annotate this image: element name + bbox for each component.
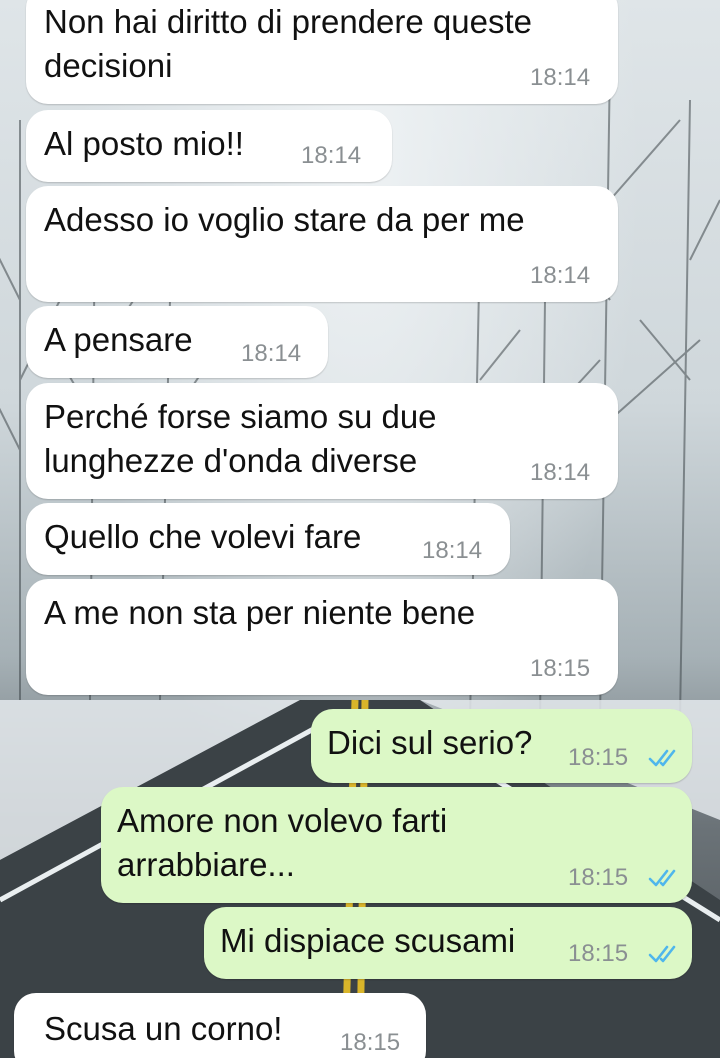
message-timestamp: 18:15: [568, 864, 629, 891]
incoming-message-bubble[interactable]: Adesso io voglio stare da per me 18:14: [26, 186, 618, 302]
message-timestamp: 18:15: [340, 1029, 401, 1056]
message-timestamp: 18:14: [530, 262, 591, 289]
outgoing-message-bubble[interactable]: Mi dispiace scusami 18:15: [204, 907, 692, 979]
message-timestamp: 18:14: [301, 142, 362, 169]
message-text: Al posto mio!!: [44, 125, 244, 162]
outgoing-message-bubble[interactable]: Amore non volevo farti arrabbiare... 18:…: [101, 787, 692, 903]
incoming-message-bubble[interactable]: Quello che volevi fare 18:14: [26, 503, 510, 575]
message-timestamp: 18:14: [241, 340, 302, 367]
chat-message-list[interactable]: Non hai diritto di prendere queste decis…: [0, 0, 720, 1058]
message-text: Perché forse siamo su due lunghezze d'on…: [44, 398, 437, 479]
double-check-icon: [648, 869, 676, 887]
message-timestamp: 18:14: [530, 459, 591, 486]
incoming-message-bubble[interactable]: Al posto mio!! 18:14: [26, 110, 392, 182]
message-text: Quello che volevi fare: [44, 518, 362, 555]
message-text: A me non sta per niente bene: [44, 594, 476, 631]
message-text: Adesso io voglio stare da per me: [44, 201, 525, 238]
message-timestamp: 18:14: [422, 537, 483, 564]
message-text: Mi dispiace scusami: [220, 922, 516, 959]
message-timestamp: 18:15: [530, 655, 591, 682]
outgoing-message-bubble[interactable]: Dici sul serio? 18:15: [311, 709, 692, 783]
message-text: Amore non volevo farti arrabbiare...: [117, 802, 448, 883]
incoming-message-bubble[interactable]: Perché forse siamo su due lunghezze d'on…: [26, 383, 618, 499]
message-text: Scusa un corno!: [44, 1010, 283, 1047]
double-check-icon: [648, 945, 676, 963]
incoming-message-bubble[interactable]: A pensare 18:14: [26, 306, 328, 378]
message-timestamp: 18:14: [530, 64, 591, 91]
message-text: A pensare: [44, 321, 193, 358]
incoming-message-bubble[interactable]: A me non sta per niente bene 18:15: [26, 579, 618, 695]
double-check-icon: [648, 749, 676, 767]
message-timestamp: 18:15: [568, 940, 629, 967]
incoming-message-bubble[interactable]: Scusa un corno! 18:15: [14, 993, 426, 1058]
message-text: Non hai diritto di prendere queste decis…: [44, 3, 532, 84]
message-timestamp: 18:15: [568, 744, 629, 771]
incoming-message-bubble[interactable]: Non hai diritto di prendere queste decis…: [26, 0, 618, 104]
message-text: Dici sul serio?: [327, 724, 533, 761]
